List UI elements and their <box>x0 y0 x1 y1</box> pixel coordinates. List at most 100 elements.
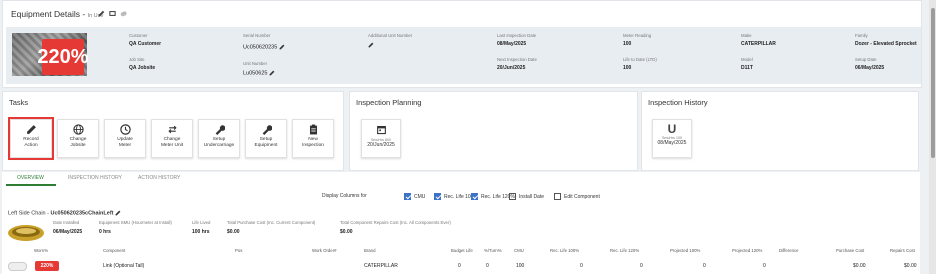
checkbox-checked[interactable] <box>404 193 411 200</box>
row-toggle[interactable] <box>8 262 27 271</box>
cell-turn: 0 <box>486 263 489 269</box>
checkbox-unchecked[interactable] <box>554 193 561 200</box>
unit-text: Lu050625 <box>243 70 268 77</box>
make-label: Make <box>741 33 752 38</box>
page-scrollbar[interactable] <box>929 0 936 274</box>
customer-label: Customer <box>129 33 148 38</box>
edit-component-checkbox[interactable]: Edit Component <box>554 193 600 200</box>
setup-date-label: Setup Date <box>855 57 877 62</box>
unit-label: Unit Number <box>243 61 268 66</box>
planned-date-text: 20/Jun/2025 <box>367 142 395 148</box>
wrench-icon <box>262 125 272 135</box>
purchase-cost-label: Total Purchase Cost (Inc. Current Compon… <box>227 220 316 225</box>
cloud-icon[interactable] <box>120 10 127 17</box>
new-inspection-button[interactable]: New Inspection <box>292 119 334 158</box>
customer-value: QA Customer <box>129 41 162 47</box>
col-repairs-cost: Repairs Cost <box>890 248 915 253</box>
worn-percent-badge: 220% <box>37 39 89 75</box>
make-value: CATERPILLAR <box>741 41 776 47</box>
col-worn: Worn% <box>34 248 49 253</box>
checkbox-label: Edit Component <box>564 193 600 200</box>
task-label: Undercarriage <box>203 142 235 148</box>
scrollbar-thumb[interactable] <box>931 8 935 158</box>
checkbox-unchecked[interactable] <box>509 193 516 200</box>
col-cmu: CMU <box>514 248 524 253</box>
pencil-icon <box>26 125 36 134</box>
equipment-smu-value: 0 hrs <box>99 229 111 235</box>
cell-proj-100: 0 <box>703 263 706 269</box>
cell-purchase-cost: $0.00 <box>853 263 866 269</box>
install-date-checkbox[interactable]: Install Date <box>509 193 544 200</box>
col-rec-100: Rec. Life 100% <box>550 248 580 253</box>
cell-brand: CATERPILLAR <box>364 263 398 269</box>
equipment-details-card: Equipment Details - In Use 220% Customer… <box>2 0 922 88</box>
display-columns-label: Display Columns for <box>322 193 367 199</box>
family-value: Dozer - Elevated Sprocket <box>855 41 917 47</box>
col-component: Component <box>103 248 126 253</box>
equipment-smu-label: Equipment SMU (Hourmeter at Install) <box>99 220 172 225</box>
checkbox-checked[interactable] <box>471 193 478 200</box>
history-date-text: 08/May/2025 <box>657 140 687 146</box>
cmu-checkbox[interactable]: CMU <box>404 193 425 200</box>
purchase-cost-value: $0.00 <box>227 229 240 235</box>
clipboard-icon <box>309 124 317 135</box>
life-lived-label: Life Lived <box>192 220 211 225</box>
task-label: Jobsite <box>70 142 86 148</box>
tasks-title: Tasks <box>9 98 29 107</box>
serial-text: Uc050620235 <box>243 44 278 51</box>
edit-icon[interactable] <box>98 10 105 17</box>
col-difference: Difference <box>779 248 799 253</box>
clock-icon <box>119 124 131 135</box>
cell-proj-120: 0 <box>763 263 766 269</box>
cell-repairs-cost: $0.00 <box>904 263 917 269</box>
wrench-icon <box>215 125 225 135</box>
inspection-type-letter: U <box>667 122 677 136</box>
change-meter-unit-button[interactable]: Change Meter Unit <box>151 119 193 158</box>
update-meter-button[interactable]: Update Meter <box>104 119 146 158</box>
tab-inspection-history[interactable]: INSPECTION HISTORY <box>68 175 122 181</box>
calendar-icon <box>376 125 386 135</box>
task-label: Meter <box>118 142 132 148</box>
history-inspection-card[interactable]: U SmuHrs 100 08/May/2025 <box>652 119 692 158</box>
repairs-cost-label: Total Component Repairs Cost (Inc. All C… <box>340 220 451 225</box>
worn-percent-badge: 220% <box>35 261 59 271</box>
col-purchase-cost: Purchase Cost <box>836 248 865 253</box>
planned-inspection-card[interactable]: SmuHrs 800 20/Jun/2025 <box>361 119 401 158</box>
family-label: Family <box>855 33 868 38</box>
ltd-value: 100 <box>623 65 632 71</box>
tab-action-history[interactable]: ACTION HISTORY <box>138 175 180 181</box>
display-columns-text: Display Columns for <box>322 193 367 199</box>
setup-equipment-button[interactable]: Setup Equipment <box>245 119 287 158</box>
inspection-planning-title: Inspection Planning <box>356 98 422 107</box>
checkbox-label: CMU <box>414 193 426 200</box>
edit-serial-icon[interactable] <box>279 44 285 50</box>
title-text: Equipment Details - <box>11 9 86 19</box>
image-icon[interactable] <box>109 10 116 17</box>
task-label: Inspection <box>302 142 324 148</box>
title-actions <box>98 10 127 17</box>
col-proj-120: Projected 120% <box>732 248 763 253</box>
edit-additional-unit-icon[interactable] <box>368 42 374 48</box>
edit-unit-icon[interactable] <box>269 70 275 76</box>
cell-rec-120: 0 <box>640 263 643 269</box>
tab-overview[interactable]: OVERVIEW <box>17 175 44 181</box>
edit-component-icon[interactable] <box>115 210 121 216</box>
globe-icon <box>72 124 84 135</box>
checkbox-label: Install Date <box>519 193 545 200</box>
record-action-button[interactable]: Record Action <box>8 117 54 160</box>
equipment-info-band: 220% Customer QA Customer Job Site QA Jo… <box>6 27 921 84</box>
model-label: Model <box>741 57 753 62</box>
col-pos: Pos <box>235 248 243 253</box>
date-installed-value: 06/May/2025 <box>53 229 83 235</box>
checkbox-checked[interactable] <box>434 193 441 200</box>
unit-value: Lu050625 <box>243 70 275 76</box>
inspection-history-card: Inspection History U SmuHrs 100 08/May/2… <box>641 91 919 171</box>
cell-rec-100: 0 <box>580 263 583 269</box>
setup-undercarriage-button[interactable]: Setup Undercarriage <box>198 119 240 158</box>
setup-date-value: 06/May/2025 <box>855 65 885 71</box>
task-label: Equipment <box>254 142 278 148</box>
inspection-history-title: Inspection History <box>648 98 708 107</box>
component-title-prefix: Left Side Chain - <box>8 210 49 217</box>
change-jobsite-button[interactable]: Change Jobsite <box>57 119 99 158</box>
col-budget-life: Budget Life <box>451 248 473 253</box>
